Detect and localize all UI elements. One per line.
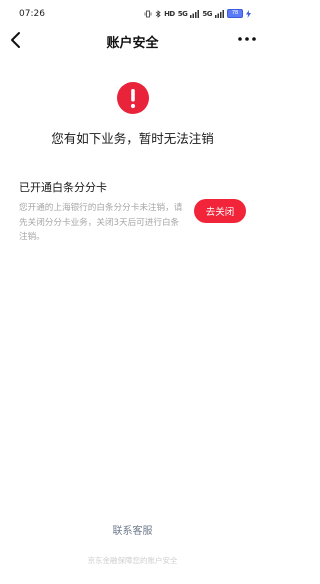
signal-2-label: 5G (202, 9, 212, 18)
close-service-button[interactable]: 去关闭 (194, 199, 246, 223)
bluetooth-icon (155, 9, 161, 18)
exclamation-circle-icon (117, 82, 149, 114)
vibrate-icon (144, 10, 152, 17)
service-description: 您开通的上海银行的白条分分卡未注销，请先关闭分分卡业务，关闭3天后可进行白条注销… (19, 203, 183, 242)
status-icons: HD 5G 5G 78 (144, 9, 251, 18)
nav-bar: 账户安全 (0, 28, 265, 52)
status-time: 07:26 (19, 9, 45, 19)
signal-bars-icon (215, 9, 224, 18)
more-dots-icon[interactable] (237, 31, 257, 47)
hd-label: HD (164, 9, 175, 18)
footer-security-note: 京东金融保障您的账户安全 (87, 556, 178, 565)
page-title: 账户安全 (106, 36, 159, 51)
signal-bars-icon (190, 9, 200, 18)
charging-icon (246, 9, 251, 18)
service-title: 已开通白条分分卡 (19, 181, 107, 194)
contact-support-link[interactable]: 联系客服 (0, 522, 265, 537)
status-bar: 07:26 HD 5G 5G 78 (0, 0, 265, 30)
battery-level: 78 (227, 9, 243, 18)
signal-1-label: 5G (177, 9, 188, 18)
alert-headline: 您有如下业务，暂时无法注销 (51, 131, 214, 146)
